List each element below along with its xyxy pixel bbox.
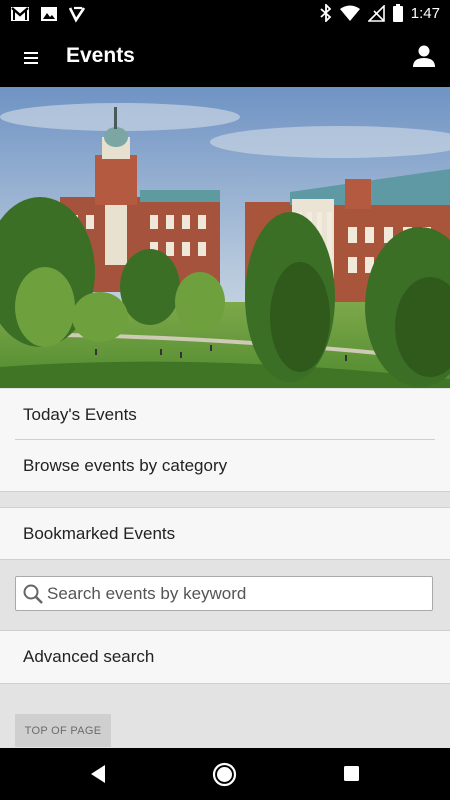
- bluetooth-icon: [320, 4, 332, 22]
- bookmarked-events-label: Bookmarked Events: [23, 523, 176, 543]
- status-time: 1:47: [410, 4, 440, 22]
- back-icon[interactable]: [89, 764, 107, 784]
- recents-icon[interactable]: [343, 765, 360, 782]
- app-check-icon: [68, 6, 86, 23]
- image-icon: [41, 7, 57, 21]
- system-icons: 1:47: [320, 4, 440, 22]
- search-input[interactable]: [47, 577, 427, 610]
- battery-icon: [392, 4, 403, 22]
- section-divider: [0, 683, 450, 684]
- top-of-page-button[interactable]: TOP OF PAGE: [15, 714, 111, 747]
- todays-events-label: Today's Events: [23, 404, 137, 424]
- advanced-search-item[interactable]: Advanced search: [0, 631, 450, 683]
- todays-events-item[interactable]: Today's Events: [0, 389, 450, 440]
- home-icon[interactable]: [212, 762, 237, 787]
- app-bar: Events: [0, 28, 450, 87]
- no-signal-icon: [367, 4, 385, 22]
- navigation-bar: [0, 748, 450, 800]
- browse-by-category-item[interactable]: Browse events by category: [0, 440, 450, 491]
- account-icon[interactable]: [410, 42, 438, 70]
- advanced-search-label: Advanced search: [23, 647, 155, 666]
- search-icon: [23, 584, 43, 604]
- bookmarked-events-item[interactable]: Bookmarked Events: [0, 508, 450, 559]
- search-box: [15, 576, 433, 611]
- hamburger-menu-icon[interactable]: [19, 47, 43, 69]
- page-title: Events: [66, 44, 135, 67]
- section-divider: [0, 559, 450, 560]
- wifi-icon: [339, 5, 360, 21]
- notification-icons: [10, 5, 86, 23]
- gmail-icon: [11, 7, 29, 21]
- section-divider: [0, 491, 450, 492]
- campus-photo: [0, 87, 450, 388]
- browse-by-category-label: Browse events by category: [23, 455, 228, 475]
- status-bar: 1:47: [0, 0, 450, 28]
